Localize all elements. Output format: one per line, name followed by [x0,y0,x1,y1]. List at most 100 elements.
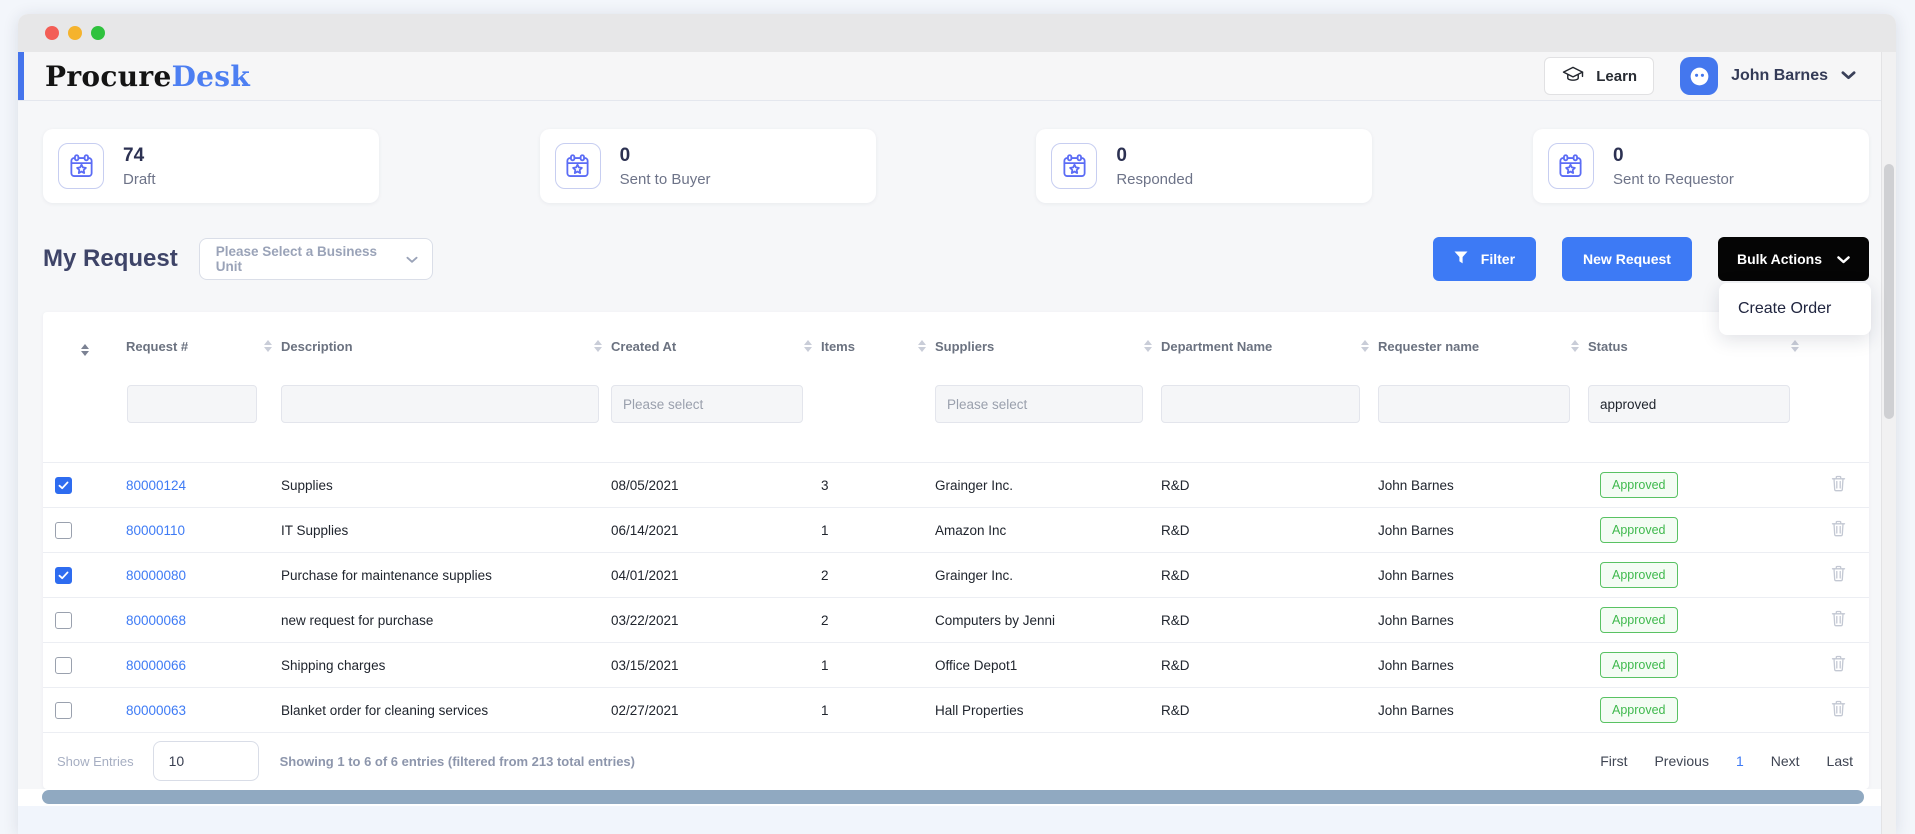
stat-card-draft[interactable]: 74 Draft [43,129,379,203]
column-header-requester[interactable]: Requester name [1378,324,1588,368]
close-window-button[interactable] [45,26,59,40]
status-filter-input[interactable] [1588,385,1790,423]
request-link[interactable]: 80000068 [126,613,186,628]
pagination-last[interactable]: Last [1827,753,1853,769]
minimize-window-button[interactable] [68,26,82,40]
column-header-items[interactable]: Items [821,324,935,368]
bulk-actions-button-label: Bulk Actions [1736,251,1822,267]
stat-label: Responded [1116,170,1194,188]
row-checkbox[interactable] [55,701,72,719]
department-filter-input[interactable] [1161,385,1360,423]
business-unit-select[interactable]: Please Select a Business Unit [198,238,433,280]
row-checkbox[interactable] [55,656,72,674]
description-filter-input[interactable] [281,385,599,423]
description-cell: Blanket order for cleaning services [281,687,611,733]
filter-button[interactable]: Filter [1432,237,1537,281]
row-checkbox[interactable] [55,566,72,584]
items-cell: 2 [821,552,935,598]
calendar-star-icon [1051,143,1098,189]
chevron-down-icon [1837,251,1850,267]
calendar-star-icon [1547,143,1594,189]
column-header-description[interactable]: Description [281,324,611,368]
requests-table-card: Request # Description Created At Items S… [43,312,1869,789]
filter-items-cell [821,368,935,463]
row-checkbox[interactable] [55,611,72,629]
requester-cell: John Barnes [1378,507,1588,553]
user-menu[interactable]: John Barnes [1680,57,1856,95]
sort-icon[interactable] [594,340,602,352]
description-cell: Purchase for maintenance supplies [281,552,611,598]
sort-icon[interactable] [918,340,926,352]
filter-actions-cell [1808,368,1869,463]
sort-icon[interactable] [1791,340,1799,352]
request-filter-input[interactable] [127,385,257,423]
trash-icon[interactable] [1831,520,1846,540]
filter-button-label: Filter [1480,251,1516,267]
items-cell: 1 [821,687,935,733]
suppliers-filter-input[interactable] [935,385,1143,423]
bottom-strip [18,806,1881,834]
table-row: 80000063 Blanket order for cleaning serv… [43,687,1869,733]
pagination-previous[interactable]: Previous [1654,753,1708,769]
items-cell: 2 [821,597,935,643]
trash-icon[interactable] [1831,700,1846,720]
vertical-scrollbar-thumb[interactable] [1884,164,1894,419]
stat-label: Draft [123,170,156,188]
trash-icon[interactable] [1831,610,1846,630]
row-checkbox[interactable] [55,521,72,539]
sort-icon[interactable] [264,340,272,352]
created-at-cell: 06/14/2021 [611,507,821,553]
stats-row: 74 Draft 0 Sent to Buyer 0 Responded 0 S… [18,101,1896,203]
bulk-actions-button[interactable]: Bulk Actions [1717,237,1869,281]
new-request-button[interactable]: New Request [1562,237,1692,281]
sort-icon[interactable] [1571,340,1579,352]
request-link[interactable]: 80000080 [126,568,186,583]
column-header-created-at[interactable]: Created At [611,324,821,368]
table-row: 80000124 Supplies 08/05/2021 3 Grainger … [43,462,1869,508]
show-entries-label: Show Entries [57,753,134,769]
menu-item-create-order[interactable]: Create Order [1719,293,1871,325]
app-logo: ProcureDesk [45,60,250,93]
sort-icon[interactable] [1361,340,1369,352]
maximize-window-button[interactable] [91,26,105,40]
pagination-next[interactable]: Next [1771,753,1800,769]
sort-icon[interactable] [80,343,89,356]
requests-table: Request # Description Created At Items S… [43,324,1869,733]
column-header-request[interactable]: Request # [126,324,281,368]
request-link[interactable]: 80000063 [126,703,186,718]
column-header-department[interactable]: Department Name [1161,324,1378,368]
sort-icon[interactable] [804,340,812,352]
learn-button[interactable]: Learn [1544,57,1655,95]
stat-value: 74 [123,144,145,166]
trash-icon[interactable] [1831,475,1846,495]
column-header-select[interactable] [43,324,126,368]
trash-icon[interactable] [1831,565,1846,585]
trash-icon[interactable] [1831,655,1846,675]
header-accent-bar [18,52,24,100]
items-cell: 1 [821,642,935,688]
row-checkbox[interactable] [55,476,72,494]
request-link[interactable]: 80000110 [126,523,185,538]
table-row: 80000080 Purchase for maintenance suppli… [43,552,1869,598]
graduation-cap-icon [1561,65,1585,88]
request-link[interactable]: 80000124 [126,478,186,493]
created-at-cell: 08/05/2021 [611,462,821,508]
stat-card-responded[interactable]: 0 Responded [1036,129,1373,203]
stat-card-sent-to-buyer[interactable]: 0 Sent to Buyer [539,129,876,203]
request-link[interactable]: 80000066 [126,658,186,673]
department-cell: R&D [1161,597,1378,643]
pagination-first[interactable]: First [1600,753,1627,769]
calendar-star-icon [58,143,104,189]
requester-cell: John Barnes [1378,642,1588,688]
column-header-suppliers[interactable]: Suppliers [935,324,1161,368]
requester-filter-input[interactable] [1378,385,1570,423]
entries-count-input[interactable] [152,741,259,781]
status-badge: Approved [1600,652,1678,678]
sort-icon[interactable] [1144,340,1152,352]
pagination-page-1[interactable]: 1 [1736,753,1744,769]
created-at-filter-input[interactable] [611,385,803,423]
table-filter-row [43,368,1869,463]
supplier-cell: Grainger Inc. [935,462,1161,508]
horizontal-scrollbar-thumb[interactable] [42,790,1864,804]
stat-card-sent-to-requestor[interactable]: 0 Sent to Requestor [1532,129,1869,203]
